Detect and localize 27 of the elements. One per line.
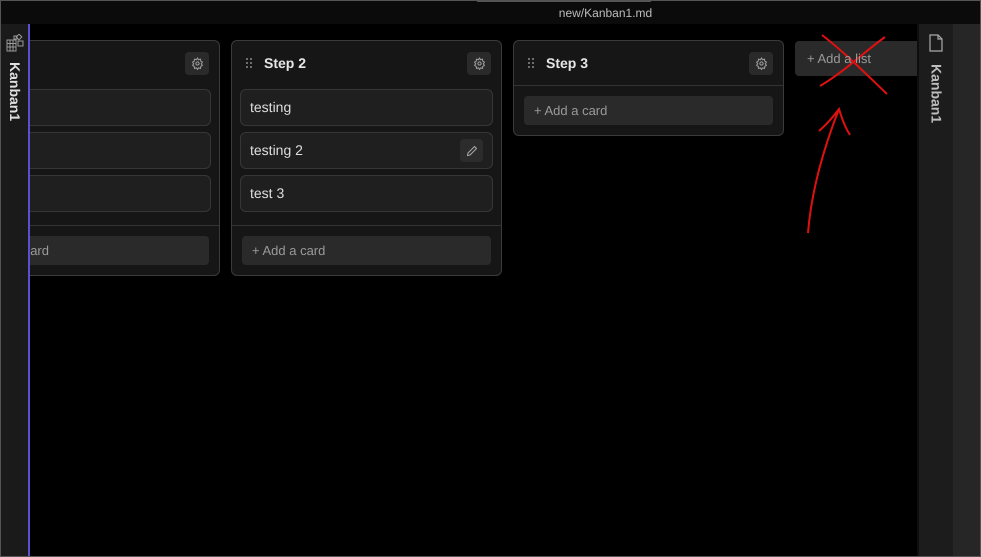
drag-handle-icon[interactable] [246,58,252,68]
list-settings-button[interactable] [467,52,491,74]
list-title: Step 2 [264,54,306,73]
file-icon[interactable] [929,34,943,52]
card-text: testing [250,98,292,117]
pencil-icon [466,144,478,156]
kanban-grid-icon[interactable] [6,34,24,52]
kanban-card[interactable]: testing [240,89,493,126]
window-title: new/Kanban1.md [558,4,652,22]
add-card-button[interactable]: ard [30,236,209,265]
edit-button[interactable] [460,139,483,162]
add-card-button[interactable]: + Add a card [242,236,491,265]
card-text: testing 2 [250,141,303,160]
list-title: Step 3 [546,54,588,73]
drag-handle-icon[interactable] [528,58,534,68]
add-card-button[interactable]: + Add a card [524,96,773,125]
list-settings-button[interactable] [185,52,209,74]
cross-mark-drawing [819,32,889,96]
settings-icon [472,56,486,70]
kanban-card[interactable]: test 3 [240,175,493,212]
settings-icon [754,56,768,70]
list-settings-button[interactable] [749,52,773,74]
kanban-card[interactable]: testing 2 [240,132,493,169]
card-text: test 3 [250,184,284,203]
sidebar-label[interactable]: Kanban1 [926,64,946,124]
settings-icon [190,56,204,70]
sidebar-label[interactable]: Kanban1 [4,62,25,122]
